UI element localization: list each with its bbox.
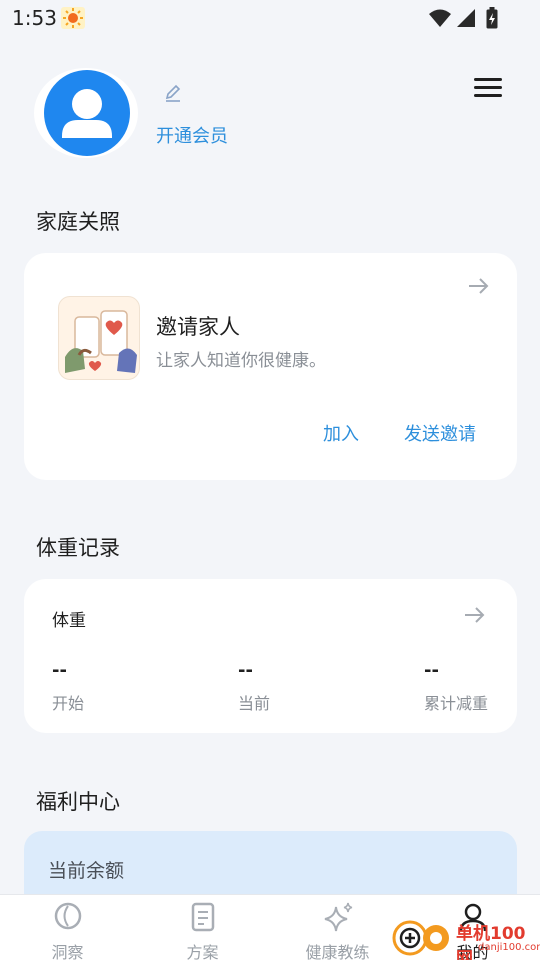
join-button[interactable]: 加入 [323, 420, 359, 446]
weight-start-label: 开始 [52, 694, 85, 713]
family-section-title: 家庭关照 [36, 210, 120, 234]
weight-lost-value: -- [424, 660, 439, 681]
menu-icon[interactable] [474, 78, 502, 98]
weight-current-value: -- [238, 660, 253, 681]
weight-current-label: 当前 [238, 694, 271, 713]
watermark-logo-icon [392, 920, 449, 956]
nav-label-insight: 洞察 [51, 943, 84, 960]
sparkle-icon [324, 902, 352, 932]
nav-tab-health-coach[interactable]: 健康教练 [270, 895, 405, 960]
cellular-signal-icon [457, 9, 475, 27]
benefits-section-title: 福利中心 [36, 790, 120, 814]
plan-icon [191, 902, 214, 932]
avatar[interactable] [44, 70, 130, 156]
nav-tab-plan[interactable]: 方案 [135, 895, 270, 960]
invite-family-illustration [58, 296, 140, 380]
arrow-right-icon[interactable] [464, 607, 486, 623]
nav-label-health-coach: 健康教练 [305, 943, 370, 960]
watermark-text: 单机100网 [456, 924, 526, 960]
weight-section-title: 体重记录 [36, 536, 120, 560]
status-bar: 1:53 [0, 0, 540, 36]
weight-lost-label: 累计减重 [424, 694, 489, 713]
nav-tab-insight[interactable]: 洞察 [0, 895, 135, 960]
balance-label: 当前余额 [48, 860, 125, 882]
arrow-right-icon[interactable] [468, 278, 490, 294]
status-time: 1:53 [12, 6, 57, 30]
wifi-icon [429, 9, 451, 27]
send-invite-button[interactable]: 发送邀请 [404, 420, 476, 446]
user-silhouette-icon [62, 89, 112, 138]
open-membership-link[interactable]: 开通会员 [156, 122, 228, 148]
watermark-url: danji100.com [478, 942, 540, 953]
nav-label-plan: 方案 [186, 943, 219, 960]
weather-sun-icon [61, 7, 85, 29]
insight-icon [54, 902, 81, 930]
invite-family-subtitle: 让家人知道你很健康。 [156, 351, 326, 371]
edit-pencil-icon[interactable] [164, 84, 182, 102]
battery-icon [486, 7, 498, 29]
weight-card-title: 体重 [52, 611, 86, 631]
weight-start-value: -- [52, 660, 67, 681]
invite-family-title: 邀请家人 [156, 315, 240, 339]
